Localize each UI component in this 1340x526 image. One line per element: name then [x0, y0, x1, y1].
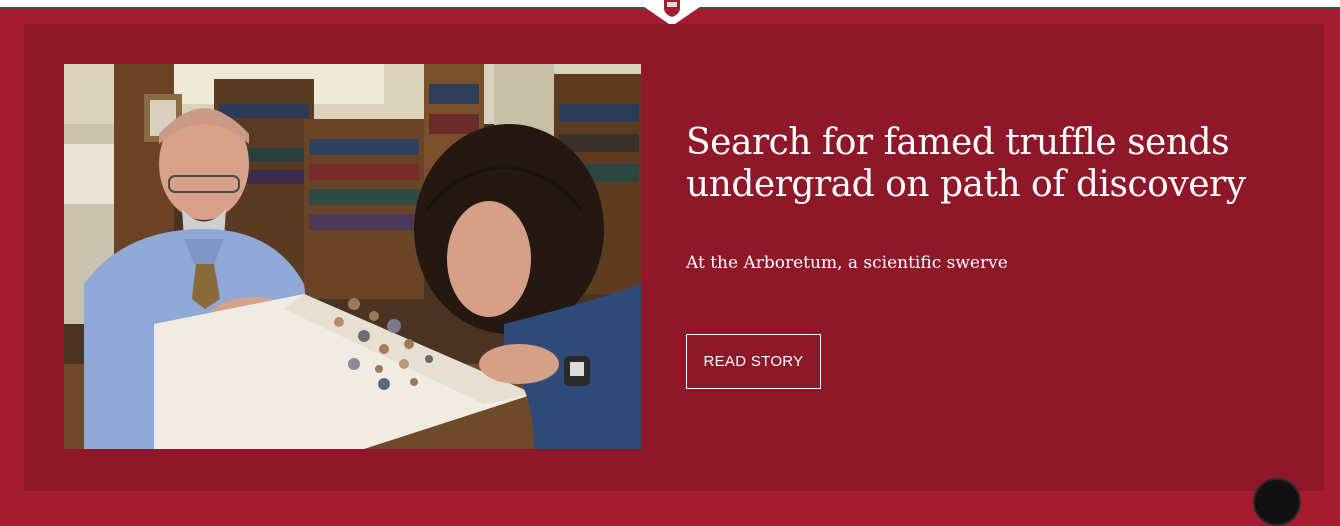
read-story-button[interactable]: READ STORY — [686, 334, 821, 389]
story-headline[interactable]: Search for famed truffle sends undergrad… — [686, 122, 1286, 206]
shield-icon[interactable] — [634, 0, 710, 26]
scroll-top-icon[interactable] — [1253, 478, 1301, 526]
story-photo[interactable] — [64, 64, 641, 449]
story-subhead: At the Arboretum, a scientific swerve — [686, 253, 1008, 273]
